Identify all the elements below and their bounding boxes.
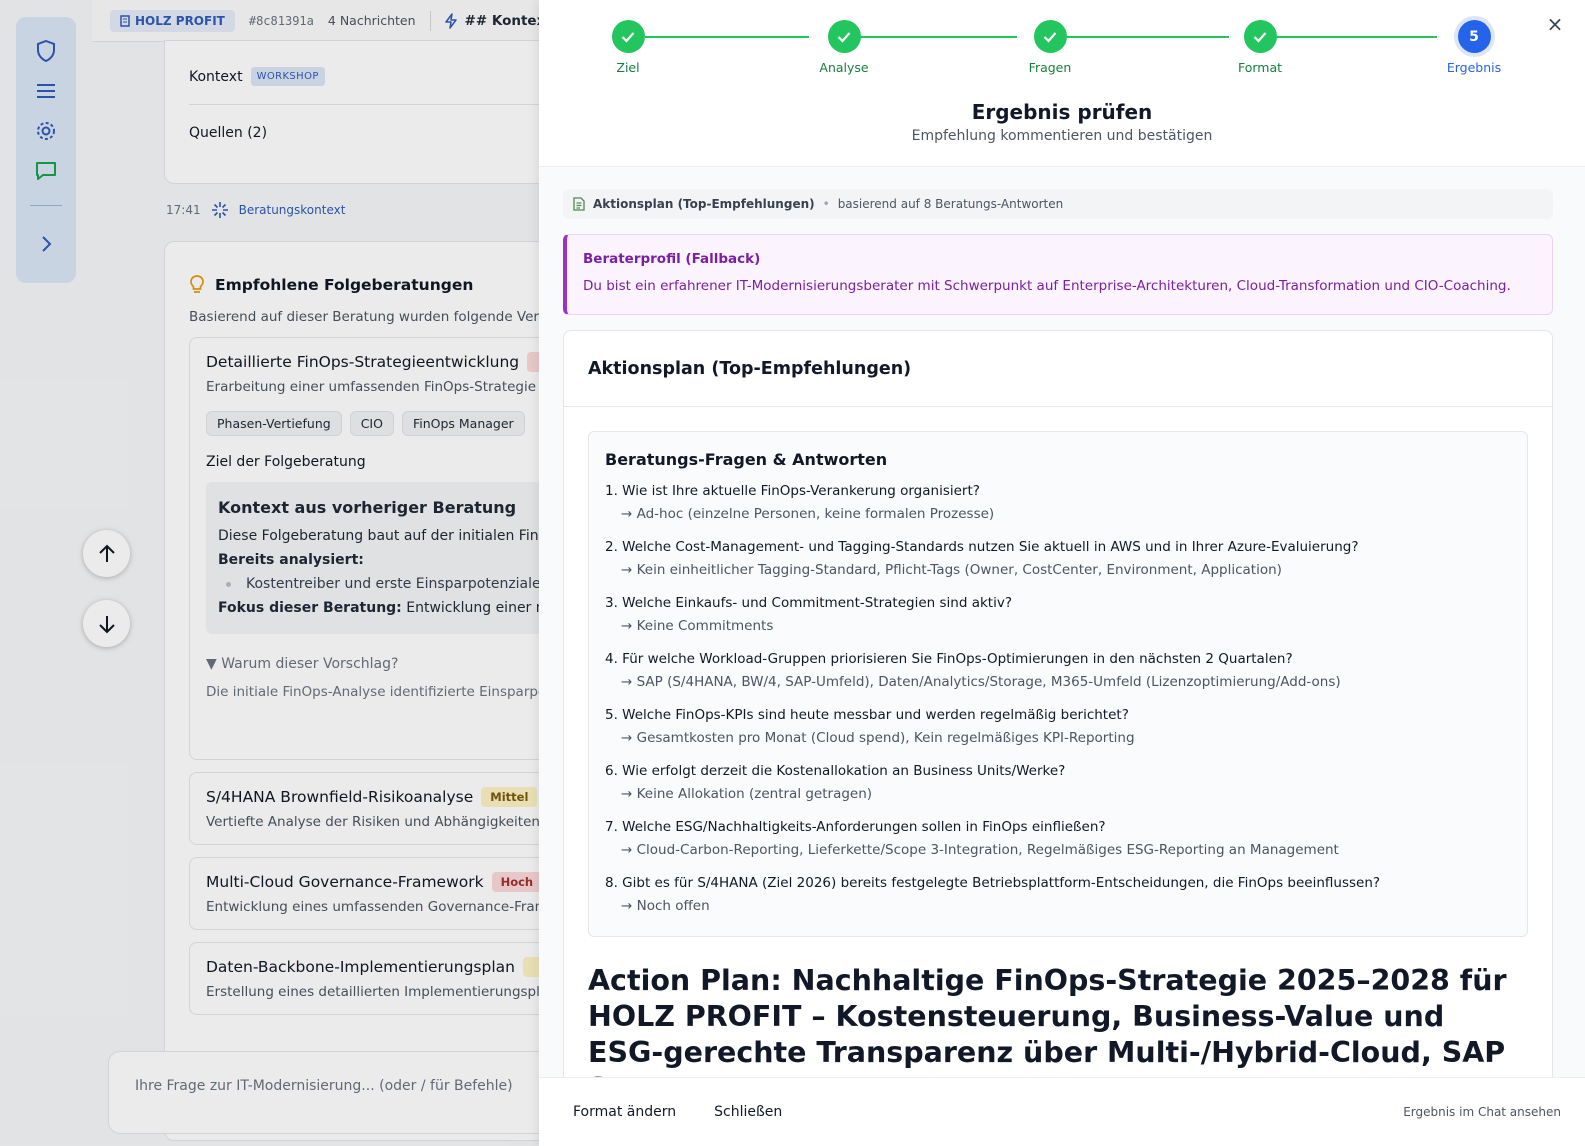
qa-item: 4. Für welche Workload-Gruppen priorisie… — [605, 647, 1511, 694]
qa-question: 7. Welche ESG/Nachhaltigkeits-Anforderun… — [605, 819, 1106, 835]
breadcrumb-separator: • — [822, 197, 830, 211]
action-plan-heading: Aktionsplan (Top-Empfehlungen) — [564, 331, 1552, 407]
qa-answer: → Gesamtkosten pro Monat (Cloud spend), … — [621, 730, 1135, 746]
qa-item: 3. Welche Einkaufs- und Commitment-Strat… — [605, 591, 1511, 638]
result-wizard-panel: × Ziel Analyse Fragen Format 5 Ergebnis … — [539, 0, 1585, 1146]
qa-answer: → Keine Commitments — [621, 618, 774, 634]
breadcrumb-doc: Aktionsplan (Top-Empfehlungen) — [593, 197, 815, 211]
qa-question: 2. Welche Cost-Management- und Tagging-S… — [605, 539, 1359, 555]
qa-item: 1. Wie ist Ihre aktuelle FinOps-Veranker… — [605, 479, 1511, 526]
step-label: Ziel — [616, 60, 640, 75]
step-ziel[interactable]: Ziel — [578, 20, 678, 75]
qa-item: 7. Welche ESG/Nachhaltigkeits-Anforderun… — [605, 815, 1511, 862]
action-plan-card: Aktionsplan (Top-Empfehlungen) Beratungs… — [563, 330, 1553, 1077]
check-icon — [1243, 20, 1277, 53]
breadcrumb: Aktionsplan (Top-Empfehlungen) • basiere… — [563, 189, 1553, 219]
qa-answer: → Ad-hoc (einzelne Personen, keine forma… — [621, 506, 995, 522]
change-format-button[interactable]: Format ändern — [563, 1096, 686, 1128]
profile-text: Du bist ein erfahrener IT-Modernisierung… — [583, 278, 1511, 294]
panel-footer: Format ändern Schließen Ergebnis im Chat… — [539, 1077, 1585, 1146]
step-label: Ergebnis — [1446, 60, 1502, 75]
step-ergebnis[interactable]: 5 Ergebnis — [1424, 20, 1524, 75]
step-label: Analyse — [819, 60, 869, 75]
profile-title: Beraterprofil (Fallback) — [583, 251, 761, 267]
step-analyse[interactable]: Analyse — [794, 20, 894, 75]
qa-heading: Beratungs-Fragen & Antworten — [605, 450, 888, 469]
check-icon — [827, 20, 861, 53]
qa-question: 6. Wie erfolgt derzeit die Kostenallokat… — [605, 763, 1066, 779]
panel-subtitle: Empfehlung kommentieren und bestätigen — [911, 128, 1213, 144]
qa-answer: → Kein einheitlicher Tagging-Standard, P… — [621, 562, 1282, 578]
qa-answer: → SAP (S/4HANA, BW/4, SAP-Umfeld), Daten… — [621, 674, 1341, 690]
qa-question: 3. Welche Einkaufs- und Commitment-Strat… — [605, 595, 1012, 611]
step-number: 5 — [1457, 20, 1491, 53]
advisor-profile-box: Beraterprofil (Fallback) Du bist ein erf… — [563, 234, 1553, 315]
breadcrumb-info: basierend auf 8 Beratungs-Antworten — [837, 197, 1064, 211]
step-label: Fragen — [1028, 60, 1072, 75]
view-in-chat-link[interactable]: Ergebnis im Chat ansehen — [1403, 1105, 1561, 1119]
wizard-stepper: Ziel Analyse Fragen Format 5 Ergebnis — [539, 20, 1585, 80]
qa-question: 1. Wie ist Ihre aktuelle FinOps-Veranker… — [605, 483, 980, 499]
panel-body[interactable]: Aktionsplan (Top-Empfehlungen) • basiere… — [539, 167, 1585, 1077]
qa-question: 5. Welche FinOps-KPIs sind heute messbar… — [605, 707, 1129, 723]
qa-answer: → Cloud-Carbon-Reporting, Lieferkette/Sc… — [621, 842, 1339, 858]
action-plan-title: Action Plan: Nachhaltige FinOps-Strategi… — [588, 964, 1507, 1077]
qa-section: Beratungs-Fragen & Antworten 1. Wie ist … — [588, 431, 1528, 937]
check-icon — [611, 20, 645, 53]
document-icon — [573, 197, 585, 211]
step-fragen[interactable]: Fragen — [1000, 20, 1100, 75]
check-icon — [1033, 20, 1067, 53]
qa-question: 8. Gibt es für S/4HANA (Ziel 2026) berei… — [605, 875, 1381, 891]
qa-item: 8. Gibt es für S/4HANA (Ziel 2026) berei… — [605, 871, 1511, 918]
qa-item: 6. Wie erfolgt derzeit die Kostenallokat… — [605, 759, 1511, 806]
qa-question: 4. Für welche Workload-Gruppen priorisie… — [605, 651, 1293, 667]
qa-answer: → Keine Allokation (zentral getragen) — [621, 786, 873, 802]
step-label: Format — [1237, 60, 1283, 75]
qa-item: 5. Welche FinOps-KPIs sind heute messbar… — [605, 703, 1511, 750]
qa-answer: → Noch offen — [621, 898, 710, 914]
panel-title: Ergebnis prüfen — [971, 100, 1153, 124]
close-button[interactable]: Schließen — [704, 1096, 792, 1128]
step-format[interactable]: Format — [1210, 20, 1310, 75]
qa-item: 2. Welche Cost-Management- und Tagging-S… — [605, 535, 1511, 582]
